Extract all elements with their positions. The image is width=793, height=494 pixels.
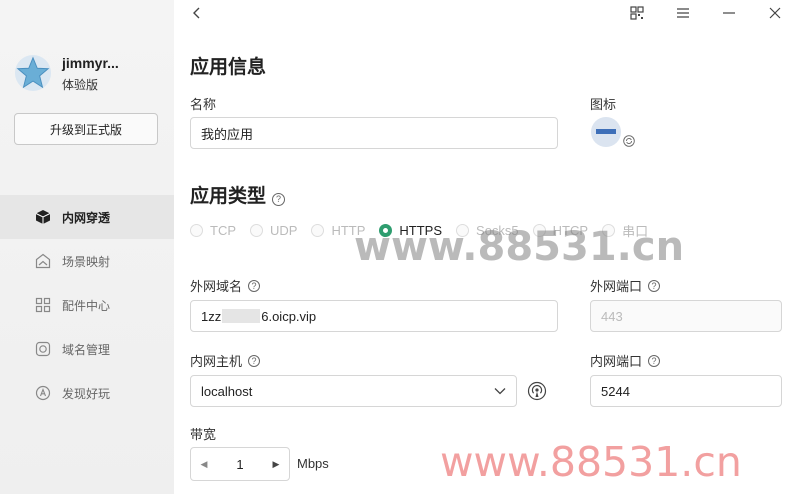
app-type-title: 应用类型?	[190, 181, 286, 208]
bandwidth-label: 带宽	[190, 427, 217, 442]
int-port-label: 内网端口?	[590, 351, 661, 370]
help-icon[interactable]: ?	[648, 279, 661, 292]
user-plan: 体验版	[62, 78, 99, 92]
radio-dot	[602, 223, 616, 237]
name-label: 名称	[190, 97, 217, 112]
grid-icon	[34, 296, 52, 314]
radio-label: 串口	[622, 223, 649, 239]
bandwidth-unit: Mbps	[297, 456, 329, 471]
ext-port-label: 外网端口?	[590, 276, 661, 295]
sidebar-item-label: 发现好玩	[62, 386, 111, 401]
scan-host-button[interactable]	[527, 381, 547, 401]
ext-port-label-text: 外网端口	[590, 279, 643, 294]
ext-port-input: 443	[590, 300, 782, 332]
host-label: 内网主机?	[190, 351, 261, 370]
signal-icon	[527, 381, 547, 401]
app-info-title: 应用信息	[190, 57, 267, 78]
radio-https[interactable]: HTTPS	[379, 223, 442, 238]
sidebar-item-discover[interactable]: 发现好玩	[0, 371, 174, 415]
radio-udp[interactable]: UDP	[250, 223, 297, 238]
chevron-left-icon	[193, 7, 200, 19]
radio-tcp[interactable]: TCP	[190, 223, 236, 238]
host-label-text: 内网主机	[190, 354, 243, 369]
decrement-button[interactable]: ◀	[191, 448, 217, 480]
radio-dot	[250, 223, 263, 237]
domain-label-text: 外网域名	[190, 279, 243, 294]
sidebar-item-label: 配件中心	[62, 298, 111, 313]
radio-htcp[interactable]: HTCP	[532, 222, 589, 238]
radio-dot	[379, 223, 393, 237]
qrcode-button[interactable]	[626, 3, 648, 23]
radio-label: HTTPS	[399, 222, 443, 238]
app-icon-image	[591, 117, 621, 147]
int-port-input[interactable]: 5244	[590, 375, 782, 407]
radio-socks5[interactable]: Socks5	[456, 223, 519, 238]
minimize-button[interactable]	[718, 3, 740, 23]
domain-label: 外网域名?	[190, 276, 261, 295]
scene-icon	[34, 252, 52, 270]
bandwidth-value[interactable]: 1	[217, 457, 263, 472]
app-type-radio-group: TCP UDP HTTP HTTPS Socks5 HTCP 串口	[190, 220, 662, 240]
sidebar-item-scene[interactable]: 场景映射	[0, 239, 174, 283]
domain-suffix: 6.oicp.vip	[261, 308, 317, 324]
help-icon[interactable]: ?	[648, 354, 661, 367]
menu-icon	[677, 8, 689, 18]
help-icon[interactable]: ?	[248, 279, 261, 292]
discover-icon	[34, 384, 52, 402]
radio-label: HTCP	[552, 222, 589, 238]
sidebar-item-label: 域名管理	[62, 342, 111, 357]
int-port-label-text: 内网端口	[590, 354, 643, 369]
radio-label: Socks5	[476, 222, 519, 238]
sidebar-item-domain[interactable]: 域名管理	[0, 327, 174, 371]
sidebar-item-label: 内网穿透	[62, 210, 111, 225]
minimize-icon	[723, 12, 735, 14]
icon-label: 图标	[590, 97, 617, 112]
host-value: localhost	[201, 383, 253, 399]
title-bar	[174, 0, 793, 26]
bandwidth-stepper: ◀ 1 ▶	[190, 447, 290, 481]
radio-label: HTTP	[331, 222, 366, 238]
star-avatar-icon	[14, 54, 52, 92]
upgrade-button[interactable]: 升级到正式版	[14, 113, 158, 145]
menu-button[interactable]	[672, 3, 694, 23]
triangle-right-icon: ▶	[272, 458, 280, 469]
radio-dot	[311, 223, 325, 237]
radio-label: UDP	[270, 222, 298, 238]
domain-redacted	[222, 309, 261, 323]
radio-dot	[456, 223, 470, 237]
close-button[interactable]	[764, 3, 786, 23]
radio-label: TCP	[210, 222, 236, 238]
cube-icon	[34, 208, 52, 226]
sidebar-item-tunnel[interactable]: 内网穿透	[0, 195, 174, 239]
main-content: 应用信息 名称 我的应用 图标 应用类型? TCP UDP HTTP HTTPS…	[174, 26, 793, 494]
increment-button[interactable]: ▶	[263, 448, 289, 480]
qrcode-icon	[630, 6, 644, 20]
domain-icon	[34, 340, 52, 358]
name-input[interactable]: 我的应用	[190, 117, 558, 149]
radio-serial[interactable]: 串口	[602, 221, 648, 240]
sidebar: jimmyr... 体验版 升级到正式版 内网穿透 场景映射 配件中心 域名管理	[0, 0, 174, 494]
radio-http[interactable]: HTTP	[311, 223, 365, 238]
host-select[interactable]: localhost	[190, 375, 517, 407]
sidebar-nav: 内网穿透 场景映射 配件中心 域名管理 发现好玩	[0, 195, 174, 415]
app-type-title-text: 应用类型	[190, 186, 267, 207]
chevron-down-icon	[494, 388, 506, 395]
radio-dot	[190, 223, 203, 237]
sidebar-item-accessories[interactable]: 配件中心	[0, 283, 174, 327]
watermark-bottom: www.88531.cn	[440, 438, 742, 486]
radio-dot	[532, 223, 546, 237]
app-icon-picker[interactable]	[590, 115, 640, 151]
help-icon[interactable]: ?	[272, 192, 286, 206]
sidebar-item-label: 场景映射	[62, 254, 111, 269]
domain-input[interactable]: 1zz 6.oicp.vip	[190, 300, 558, 332]
user-name: jimmyr...	[62, 55, 119, 71]
domain-prefix: 1zz	[201, 308, 222, 324]
close-icon	[769, 7, 781, 19]
triangle-left-icon: ◀	[200, 458, 208, 469]
back-button[interactable]	[186, 3, 208, 23]
refresh-icon	[623, 135, 635, 147]
help-icon[interactable]: ?	[248, 354, 261, 367]
